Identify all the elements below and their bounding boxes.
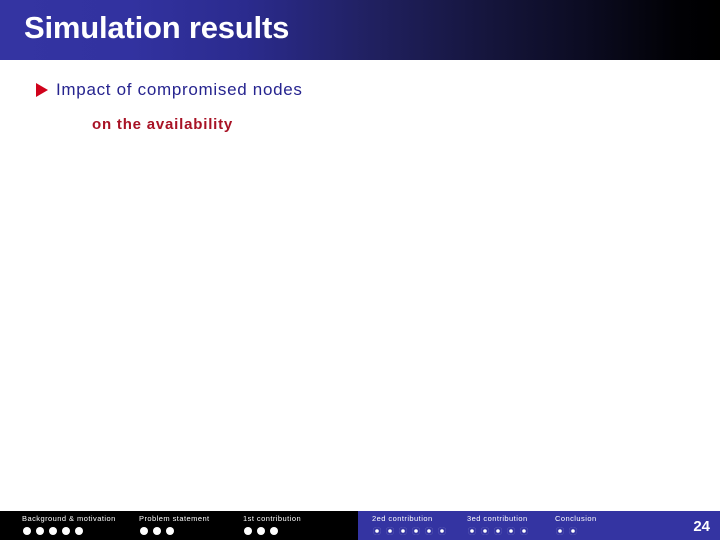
progress-dot-icon[interactable] <box>244 527 252 535</box>
footer-nav-label: Conclusion <box>555 514 597 523</box>
slide-footer-navbar: Background & motivation Problem statement… <box>0 511 720 540</box>
progress-dot-icon[interactable] <box>36 527 44 535</box>
footer-progress-dots <box>139 527 210 535</box>
progress-dot-icon[interactable] <box>140 527 148 535</box>
progress-dot-icon[interactable] <box>494 527 502 535</box>
footer-nav-section[interactable]: 3ed contribution <box>467 514 528 535</box>
right-triangle-bullet-icon <box>36 83 48 97</box>
footer-nav-label: 2ed contribution <box>372 514 433 523</box>
progress-dot-icon[interactable] <box>49 527 57 535</box>
progress-dot-icon[interactable] <box>520 527 528 535</box>
progress-dot-icon[interactable] <box>153 527 161 535</box>
bullet-item: Impact of compromised nodes <box>36 80 303 100</box>
footer-progress-dots <box>555 527 597 535</box>
slide-body: Impact of compromised nodes on the avail… <box>0 60 720 511</box>
footer-nav-section[interactable]: Background & motivation <box>22 514 116 535</box>
footer-nav-label: Background & motivation <box>22 514 116 523</box>
presentation-slide: Simulation results Impact of compromised… <box>0 0 720 540</box>
progress-dot-icon[interactable] <box>569 527 577 535</box>
footer-progress-dots <box>243 527 301 535</box>
page-number: 24 <box>693 518 710 535</box>
progress-dot-icon[interactable] <box>386 527 394 535</box>
bullet-line-secondary: on the availability <box>92 116 234 133</box>
progress-dot-icon[interactable] <box>468 527 476 535</box>
footer-nav-section[interactable]: Conclusion <box>555 514 597 535</box>
footer-nav-label: 3ed contribution <box>467 514 528 523</box>
progress-dot-icon[interactable] <box>438 527 446 535</box>
progress-dot-icon[interactable] <box>399 527 407 535</box>
footer-progress-dots <box>22 527 116 535</box>
footer-nav-label: 1st contribution <box>243 514 302 523</box>
progress-dot-icon[interactable] <box>257 527 265 535</box>
progress-dot-icon[interactable] <box>507 527 515 535</box>
progress-dot-icon[interactable] <box>23 527 31 535</box>
progress-dot-icon[interactable] <box>425 527 433 535</box>
footer-progress-dots <box>372 527 446 535</box>
footer-nav-section[interactable]: 1st contribution <box>243 514 301 535</box>
progress-dot-icon[interactable] <box>556 527 564 535</box>
footer-progress-dots <box>467 527 528 535</box>
progress-dot-icon[interactable] <box>270 527 278 535</box>
progress-dot-icon[interactable] <box>75 527 83 535</box>
slide-title: Simulation results <box>24 10 290 45</box>
footer-nav-section[interactable]: 2ed contribution <box>372 514 446 535</box>
footer-nav-section[interactable]: Problem statement <box>139 514 210 535</box>
progress-dot-icon[interactable] <box>481 527 489 535</box>
footer-nav-label: Problem statement <box>139 514 210 523</box>
bullet-line-primary: Impact of compromised nodes <box>56 80 303 99</box>
progress-dot-icon[interactable] <box>412 527 420 535</box>
progress-dot-icon[interactable] <box>373 527 381 535</box>
slide-header-bar: Simulation results <box>0 0 720 60</box>
progress-dot-icon[interactable] <box>166 527 174 535</box>
progress-dot-icon[interactable] <box>62 527 70 535</box>
